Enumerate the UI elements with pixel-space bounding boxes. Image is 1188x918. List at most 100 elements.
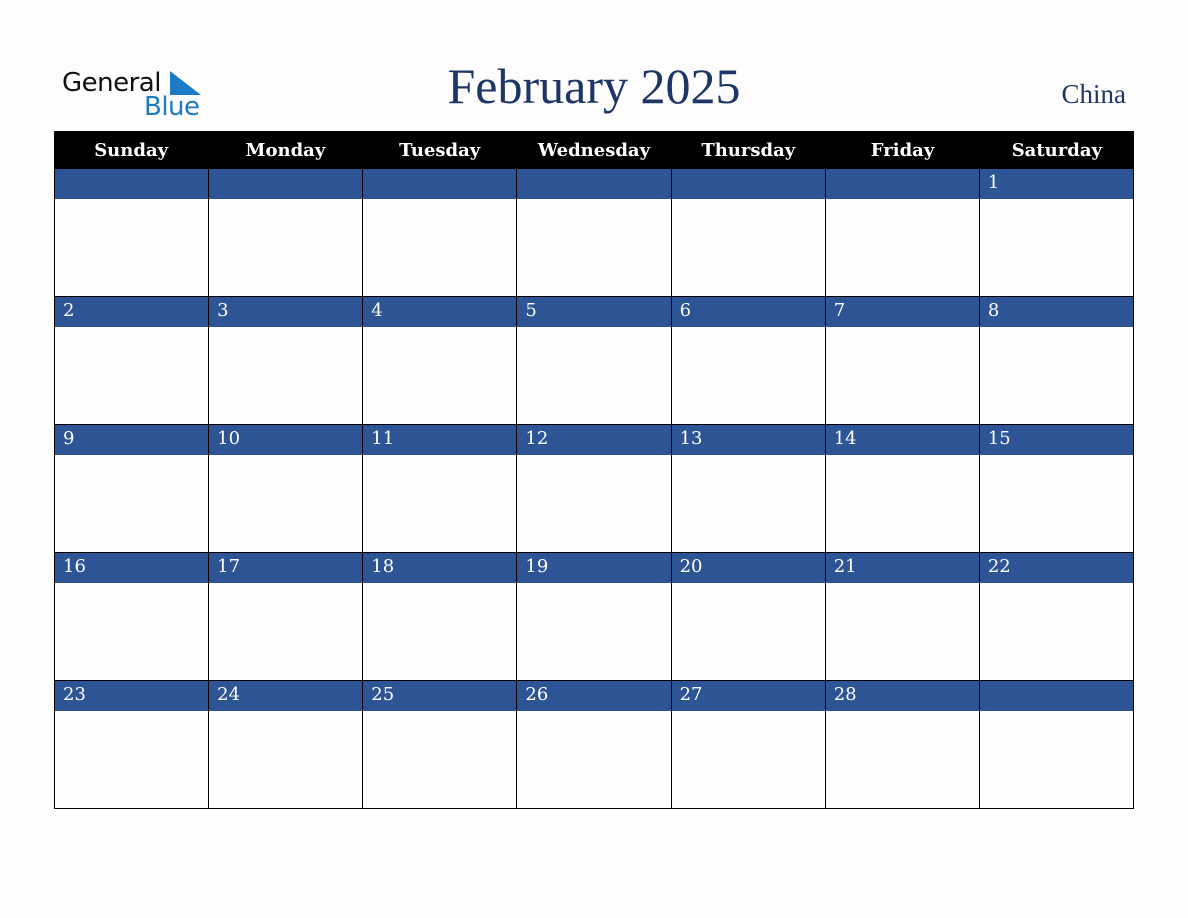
day-number: 24 (209, 681, 363, 711)
day-number: 11 (363, 425, 517, 455)
day-cell (517, 169, 672, 296)
calendar-title: February 2025 (447, 58, 741, 114)
day-number (517, 169, 671, 199)
week-row: 1 (54, 169, 1134, 297)
day-cell: 17 (209, 553, 364, 680)
day-cell: 3 (209, 297, 364, 424)
day-cell: 5 (517, 297, 672, 424)
day-cell: 20 (671, 553, 826, 680)
day-number (209, 169, 363, 199)
day-cell (825, 169, 980, 296)
day-number: 2 (55, 297, 209, 327)
day-cell: 27 (671, 681, 826, 808)
day-number: 1 (979, 169, 1133, 199)
day-notes-area (979, 583, 1133, 680)
day-notes-area (363, 583, 517, 680)
day-notes-area (209, 711, 363, 808)
day-cell: 4 (363, 297, 518, 424)
day-number: 25 (363, 681, 517, 711)
day-notes-area (671, 583, 825, 680)
day-number: 3 (209, 297, 363, 327)
day-notes-area (517, 711, 671, 808)
day-number: 27 (671, 681, 825, 711)
day-number: 13 (671, 425, 825, 455)
day-cell: 13 (671, 425, 826, 552)
weekday-header-row: Sunday Monday Tuesday Wednesday Thursday… (54, 131, 1134, 169)
day-number: 18 (363, 553, 517, 583)
day-number: 19 (517, 553, 671, 583)
day-number: 8 (979, 297, 1133, 327)
day-number: 9 (55, 425, 209, 455)
day-notes-area (671, 199, 825, 296)
day-cell: 6 (671, 297, 826, 424)
day-notes-area (671, 711, 825, 808)
day-number: 4 (363, 297, 517, 327)
day-number (671, 169, 825, 199)
weekday-sunday: Sunday (94, 140, 169, 161)
day-notes-area (979, 327, 1133, 424)
day-notes-area (825, 711, 979, 808)
day-number: 28 (825, 681, 979, 711)
day-cell: 24 (209, 681, 364, 808)
day-notes-area (55, 199, 209, 296)
day-number: 23 (55, 681, 209, 711)
day-notes-area (363, 711, 517, 808)
day-number: 14 (825, 425, 979, 455)
day-notes-area (55, 711, 209, 808)
day-notes-area (363, 455, 517, 552)
day-number: 10 (209, 425, 363, 455)
day-cell: 8 (979, 297, 1134, 424)
day-number: 17 (209, 553, 363, 583)
week-row: 2345678 (54, 297, 1134, 425)
day-cell: 1 (979, 169, 1134, 296)
day-number: 5 (517, 297, 671, 327)
weekday-wednesday: Wednesday (537, 140, 651, 161)
day-number: 16 (55, 553, 209, 583)
day-number (55, 169, 209, 199)
day-cell: 9 (55, 425, 210, 552)
day-number (979, 681, 1133, 711)
day-cell: 2 (55, 297, 210, 424)
day-cell: 25 (363, 681, 518, 808)
day-cell: 14 (825, 425, 980, 552)
day-number: 12 (517, 425, 671, 455)
country-label: China (1061, 79, 1127, 109)
day-notes-area (209, 199, 363, 296)
day-notes-area (209, 327, 363, 424)
day-cell: 26 (517, 681, 672, 808)
day-notes-area (363, 199, 517, 296)
day-notes-area (671, 327, 825, 424)
day-cell (363, 169, 518, 296)
day-number (825, 169, 979, 199)
day-cell (55, 169, 210, 296)
day-notes-area (517, 327, 671, 424)
day-notes-area (825, 583, 979, 680)
day-notes-area (979, 711, 1133, 808)
weekday-tuesday: Tuesday (399, 140, 481, 161)
day-notes-area (825, 199, 979, 296)
week-row: 9 10 11 12 13 14 15 (54, 425, 1134, 553)
day-number: 15 (979, 425, 1133, 455)
day-cell (979, 681, 1134, 808)
day-notes-area (55, 455, 209, 552)
day-cell: 10 (209, 425, 364, 552)
day-number: 7 (825, 297, 979, 327)
day-notes-area (55, 327, 209, 424)
day-notes-area (517, 583, 671, 680)
calendar-grid: Sunday Monday Tuesday Wednesday Thursday… (54, 131, 1134, 809)
day-cell: 11 (363, 425, 518, 552)
day-cell: 16 (55, 553, 210, 680)
day-notes-area (55, 583, 209, 680)
week-row: 23 24 25 26 27 28 (54, 681, 1134, 809)
day-notes-area (825, 327, 979, 424)
day-notes-area (517, 199, 671, 296)
day-number: 26 (517, 681, 671, 711)
day-number: 6 (671, 297, 825, 327)
day-notes-area (363, 327, 517, 424)
day-number: 20 (671, 553, 825, 583)
weekday-friday: Friday (870, 140, 935, 161)
day-number: 22 (979, 553, 1133, 583)
day-cell: 12 (517, 425, 672, 552)
day-number (363, 169, 517, 199)
day-notes-area (979, 455, 1133, 552)
